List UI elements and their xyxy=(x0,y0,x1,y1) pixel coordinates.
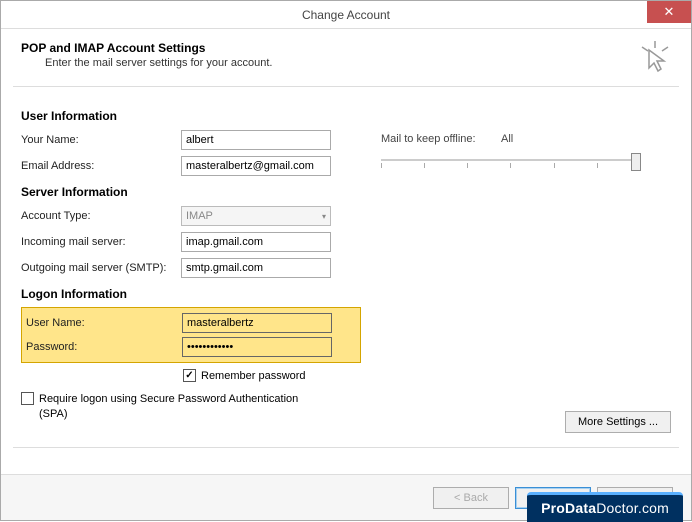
cursor-click-icon xyxy=(639,41,671,76)
row-username: User Name: xyxy=(26,312,356,334)
header-heading: POP and IMAP Account Settings xyxy=(21,41,272,55)
change-account-window: Change Account ✕ POP and IMAP Account Se… xyxy=(0,0,692,521)
logon-highlight: User Name: Password: xyxy=(21,307,361,363)
password-input[interactable] xyxy=(182,337,332,357)
row-password: Password: xyxy=(26,336,356,358)
watermark-tld: .com xyxy=(638,500,669,516)
section-server-info: Server Information xyxy=(21,185,671,199)
chevron-down-icon: ▾ xyxy=(322,212,326,221)
header: POP and IMAP Account Settings Enter the … xyxy=(1,29,691,86)
slider-ticks xyxy=(381,163,641,168)
username-input[interactable] xyxy=(182,313,332,333)
header-sub: Enter the mail server settings for your … xyxy=(21,57,272,69)
slider-line xyxy=(381,159,641,161)
outgoing-server-input[interactable] xyxy=(181,258,331,278)
row-incoming: Incoming mail server: xyxy=(21,231,671,253)
close-button[interactable]: ✕ xyxy=(647,1,691,23)
account-type-value: IMAP xyxy=(186,210,213,222)
label-spa: Require logon using Secure Password Auth… xyxy=(39,392,319,423)
row-remember-password: Remember password xyxy=(183,369,671,382)
watermark-brand1: ProData xyxy=(541,500,596,516)
content-area: User Information Your Name: Email Addres… xyxy=(1,87,691,447)
mail-offline-slider[interactable] xyxy=(381,151,641,171)
incoming-server-input[interactable] xyxy=(181,232,331,252)
back-button: < Back xyxy=(433,487,509,509)
section-user-info: User Information xyxy=(21,109,671,123)
email-input[interactable] xyxy=(181,156,331,176)
spa-checkbox[interactable] xyxy=(21,392,34,405)
close-icon: ✕ xyxy=(664,4,675,20)
label-remember-password: Remember password xyxy=(201,370,306,382)
watermark-brand2: Doctor xyxy=(596,500,638,516)
label-username: User Name: xyxy=(26,317,182,329)
label-mail-offline: Mail to keep offline: xyxy=(381,133,501,145)
row-mail-offline: Mail to keep offline: All xyxy=(381,133,661,145)
label-incoming: Incoming mail server: xyxy=(21,236,181,248)
label-your-name: Your Name: xyxy=(21,134,181,146)
slider-thumb[interactable] xyxy=(631,153,641,171)
account-type-select: IMAP ▾ xyxy=(181,206,331,226)
label-email: Email Address: xyxy=(21,160,181,172)
header-text: POP and IMAP Account Settings Enter the … xyxy=(21,41,272,69)
remember-password-checkbox[interactable] xyxy=(183,369,196,382)
section-logon-info: Logon Information xyxy=(21,287,671,301)
row-account-type: Account Type: IMAP ▾ xyxy=(21,205,671,227)
mail-offline-value: All xyxy=(501,133,513,145)
label-account-type: Account Type: xyxy=(21,210,181,222)
right-column: Mail to keep offline: All xyxy=(381,133,661,171)
label-outgoing: Outgoing mail server (SMTP): xyxy=(21,262,181,274)
row-outgoing: Outgoing mail server (SMTP): xyxy=(21,257,671,279)
footer-divider xyxy=(13,447,679,448)
watermark-label: ProDataDoctor.com xyxy=(527,492,683,522)
your-name-input[interactable] xyxy=(181,130,331,150)
more-settings-button[interactable]: More Settings ... xyxy=(565,411,671,433)
label-password: Password: xyxy=(26,341,182,353)
window-title: Change Account xyxy=(302,8,390,22)
titlebar: Change Account ✕ xyxy=(1,1,691,29)
watermark: ProDataDoctor.com xyxy=(527,492,683,522)
